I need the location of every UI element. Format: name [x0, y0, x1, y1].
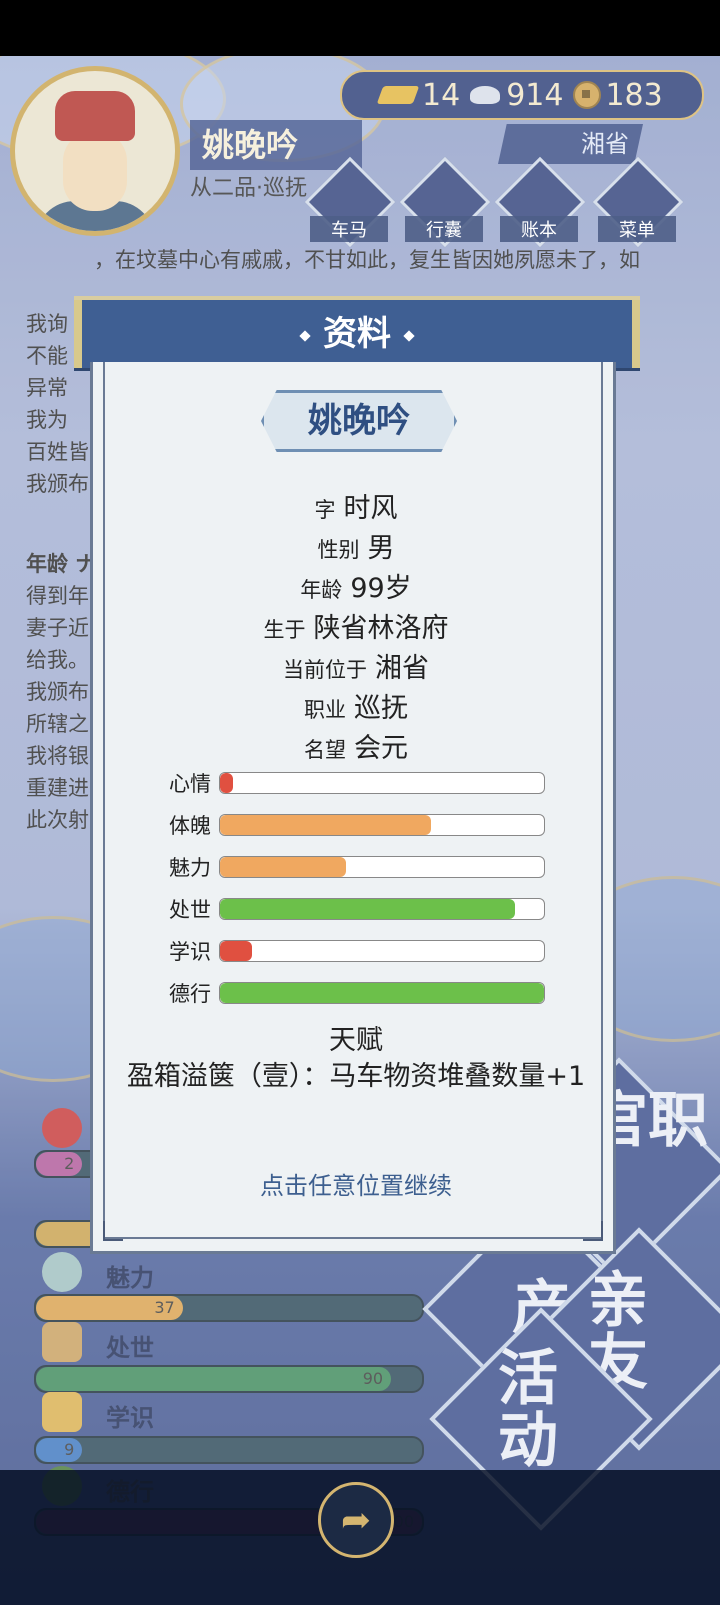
info-value: 陕省林洛府 [313, 613, 449, 644]
info-gender: 性别男 [93, 526, 619, 565]
bar-label: 体魄 [169, 814, 211, 838]
info-value: 男 [367, 533, 395, 564]
info-key: 性别 [317, 538, 360, 562]
info-occupation: 职业 巡抚 [93, 686, 619, 725]
virtue-bar: 德行 [153, 982, 573, 1006]
talent-description: 盈箱溢箧（壹）：马车物资堆叠数量+1 [126, 1061, 586, 1092]
physique-bar: 体魄 [153, 814, 573, 838]
charm-bar: 魅力 [153, 856, 573, 880]
modal-header: 资料 [74, 296, 640, 371]
bar-label: 心情 [169, 772, 211, 796]
share-icon: ➦ [340, 1499, 372, 1541]
info-age: 年龄 99岁 [93, 566, 619, 605]
bar-label: 德行 [169, 982, 211, 1006]
info-key: 生于 [263, 618, 306, 642]
talent-title: 天赋 [329, 1025, 383, 1056]
bar-label: 学识 [169, 940, 211, 964]
info-key: 当前位于 [283, 658, 367, 682]
profile-modal[interactable]: 姚晚吟 字时风 性别男 年龄 99岁 生于 陕省林洛府 当前位于 湘省 职业 巡抚 名望… [90, 362, 616, 1254]
knowledge-bar: 学识 [153, 940, 573, 964]
bar-label: 魅力 [169, 856, 211, 880]
social-bar: 处世 [153, 898, 573, 922]
info-value: 99岁 [350, 573, 412, 604]
bar-label: 处世 [169, 898, 211, 922]
info-key: 名望 [304, 738, 346, 762]
info-value: 时风 [343, 493, 398, 524]
info-key: 职业 [304, 698, 346, 722]
info-key: 字 [314, 498, 336, 522]
info-value: 会元 [354, 733, 408, 764]
info-location: 当前位于 湘省 [93, 646, 619, 685]
share-button[interactable]: ➦ [318, 1482, 394, 1558]
info-reputation: 名望 会元 [93, 726, 619, 765]
info-value: 湘省 [375, 653, 429, 684]
info-courtesy-name: 字时风 [93, 486, 619, 525]
modal-title: 资料 [323, 314, 391, 354]
info-birthplace: 生于 陕省林洛府 [93, 606, 619, 645]
info-value: 巡抚 [354, 693, 408, 724]
continue-hint[interactable]: 点击任意位置继续 [93, 1166, 619, 1201]
profile-name: 姚晚吟 [261, 390, 457, 452]
mood-bar: 心情 [153, 772, 573, 796]
info-key: 年龄 [300, 578, 343, 602]
